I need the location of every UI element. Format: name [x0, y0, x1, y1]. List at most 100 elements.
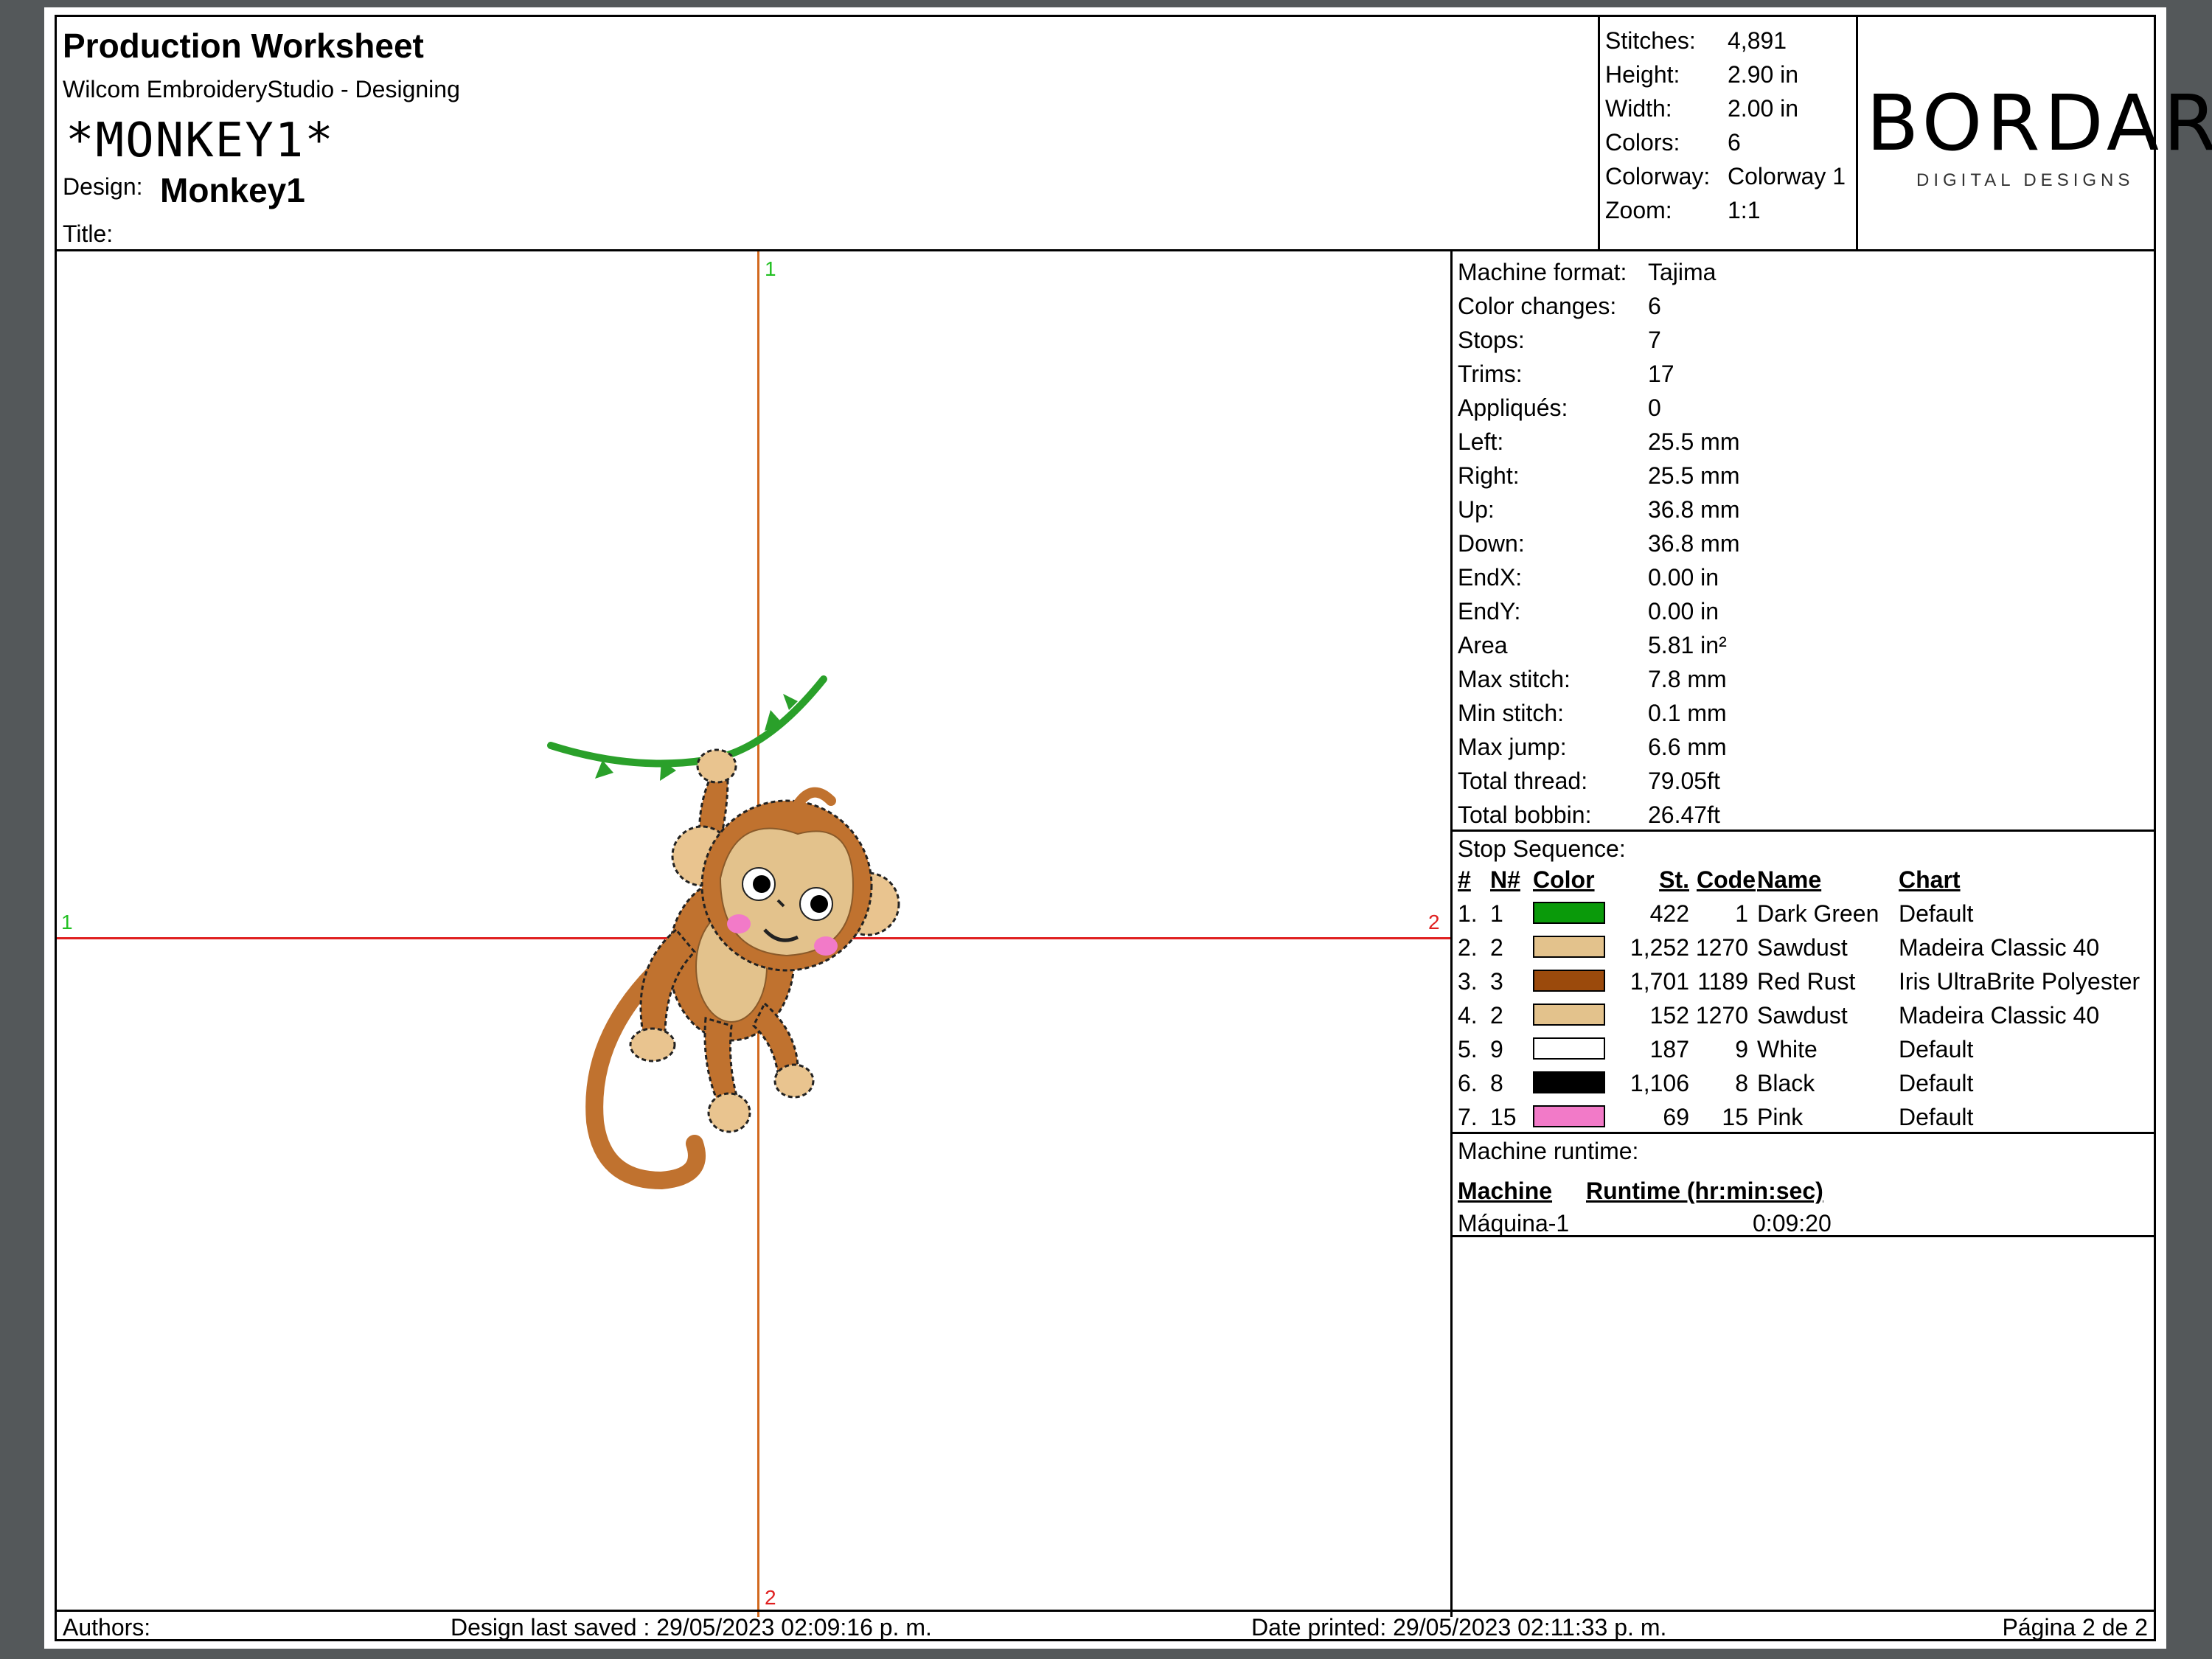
- detail-label: Max jump:: [1458, 734, 1567, 760]
- summary-label: Stitches:: [1605, 27, 1696, 54]
- detail-value: 7: [1648, 327, 1661, 353]
- axis-label-top: 1: [765, 257, 776, 280]
- footer-last-saved: Design last saved : 29/05/2023 02:09:16 …: [451, 1614, 932, 1641]
- footer-date-printed: Date printed: 29/05/2023 02:11:33 p. m.: [1251, 1614, 1667, 1641]
- detail-label: Machine format:: [1458, 259, 1627, 285]
- summary-value: 1:1: [1728, 197, 1761, 223]
- col-header-name: Name: [1757, 866, 1822, 893]
- worksheet-frame: Production Worksheet Wilcom EmbroiderySt…: [55, 15, 2212, 1641]
- page-title: Production Worksheet: [63, 27, 424, 65]
- footer-page-number: Página 2 de 2: [2002, 1614, 2149, 1641]
- detail-value: Tajima: [1648, 259, 1717, 285]
- stop-row-stitches: 422: [1649, 900, 1689, 927]
- stop-row-code: 1270: [1695, 934, 1748, 961]
- stop-row-chart: Default: [1899, 1036, 1974, 1062]
- col-header-needle: N#: [1490, 866, 1520, 893]
- stop-row-name: Red Rust: [1757, 968, 1856, 995]
- detail-label: Min stitch:: [1458, 700, 1565, 726]
- detail-label: Color changes:: [1458, 293, 1617, 319]
- runtime-value: 0:09:20: [1753, 1210, 1832, 1237]
- design-name: Monkey1: [160, 171, 305, 209]
- design-canvas: 1 2 1 2: [57, 251, 1450, 1617]
- worksheet-page: Production Worksheet Wilcom EmbroiderySt…: [44, 7, 2212, 1649]
- runtime-machine: Máquina-1: [1458, 1210, 1570, 1237]
- summary-value: 4,891: [1728, 27, 1787, 54]
- detail-value: 17: [1648, 361, 1674, 387]
- monkey-embroidery-image: [547, 675, 900, 1190]
- stop-row-stitches: 1,701: [1630, 968, 1689, 995]
- stop-row-stitches: 152: [1649, 1002, 1689, 1029]
- color-swatch: [1533, 1071, 1605, 1093]
- detail-value: 79.05ft: [1648, 768, 1720, 794]
- stop-row-code: 1189: [1697, 968, 1748, 995]
- footer-divider: [57, 1610, 2154, 1612]
- detail-value: 0.00 in: [1648, 598, 1719, 625]
- design-barcode-text: *MONKEY1*: [66, 114, 335, 168]
- stop-row-code: 15: [1722, 1104, 1748, 1130]
- detail-label: Total bobbin:: [1458, 801, 1592, 828]
- logo-divider: [1856, 17, 1858, 249]
- detail-label: Down:: [1458, 530, 1525, 557]
- col-header-number: #: [1458, 866, 1471, 893]
- stop-sequence-label: Stop Sequence:: [1458, 835, 1626, 862]
- summary-value: Colorway 1: [1728, 163, 1846, 189]
- design-label: Design:: [63, 173, 143, 200]
- runtime-col-machine: Machine: [1458, 1178, 1553, 1204]
- stop-row-code: 8: [1735, 1070, 1748, 1096]
- stop-row-needle: 2: [1490, 1002, 1503, 1029]
- detail-label: Up:: [1458, 496, 1495, 523]
- detail-value: 6.6 mm: [1648, 734, 1727, 760]
- detail-value: 0.1 mm: [1648, 700, 1727, 726]
- stop-row-needle: 1: [1490, 900, 1503, 927]
- runtime-col-runtime: Runtime (hr:min:sec): [1586, 1178, 1823, 1204]
- detail-label: Right:: [1458, 462, 1520, 489]
- detail-label: Stops:: [1458, 327, 1525, 353]
- stop-row-name: Pink: [1757, 1104, 1804, 1130]
- col-header-color: Color: [1533, 866, 1595, 893]
- stop-row-code: 1270: [1695, 1002, 1748, 1029]
- stop-row-number: 7.: [1458, 1104, 1478, 1130]
- detail-label: EndY:: [1458, 598, 1521, 625]
- stop-row-chart: Default: [1899, 1070, 1974, 1096]
- stop-row-number: 1.: [1458, 900, 1478, 927]
- stop-row-stitches: 187: [1649, 1036, 1689, 1062]
- stop-row-needle: 8: [1490, 1070, 1503, 1096]
- stop-row-number: 6.: [1458, 1070, 1478, 1096]
- detail-label: Area: [1458, 632, 1508, 658]
- summary-label: Height:: [1605, 61, 1680, 88]
- detail-label: EndX:: [1458, 564, 1523, 591]
- color-swatch: [1533, 970, 1605, 992]
- detail-value: 0: [1648, 394, 1661, 421]
- stop-row-needle: 2: [1490, 934, 1503, 961]
- detail-value: 5.81 in²: [1648, 632, 1727, 658]
- stop-row-number: 4.: [1458, 1002, 1478, 1029]
- stop-row-needle: 15: [1490, 1104, 1517, 1130]
- detail-value: 0.00 in: [1648, 564, 1719, 591]
- color-swatch: [1533, 936, 1605, 958]
- color-swatch: [1533, 1105, 1605, 1127]
- stop-row-code: 9: [1735, 1036, 1748, 1062]
- axis-label-bottom: 2: [765, 1586, 776, 1609]
- stop-row-name: Dark Green: [1757, 900, 1879, 927]
- axis-label-right: 2: [1428, 911, 1440, 933]
- stop-row-number: 2.: [1458, 934, 1478, 961]
- summary-label: Colors:: [1605, 129, 1680, 156]
- canvas-divider: [1450, 249, 1453, 1617]
- detail-value: 6: [1648, 293, 1661, 319]
- stop-row-chart: Madeira Classic 40: [1899, 934, 2100, 961]
- detail-label: Left:: [1458, 428, 1504, 455]
- detail-value: 25.5 mm: [1648, 428, 1740, 455]
- axis-label-left: 1: [61, 911, 73, 933]
- stop-row-chart: Iris UltraBrite Polyester: [1899, 968, 2140, 995]
- summary-value: 2.00 in: [1728, 95, 1799, 122]
- stop-row-name: Sawdust: [1757, 1002, 1848, 1029]
- stop-row-chart: Default: [1899, 1104, 1974, 1130]
- detail-label: Max stitch:: [1458, 666, 1571, 692]
- title-label: Title:: [63, 220, 114, 247]
- detail-value: 25.5 mm: [1648, 462, 1740, 489]
- stop-row-stitches: 1,106: [1630, 1070, 1689, 1096]
- detail-value: 36.8 mm: [1648, 530, 1740, 557]
- stop-row-name: Black: [1757, 1070, 1815, 1096]
- brand-tagline: DIGITAL DESIGNS: [1916, 170, 2135, 190]
- color-swatch: [1533, 902, 1605, 924]
